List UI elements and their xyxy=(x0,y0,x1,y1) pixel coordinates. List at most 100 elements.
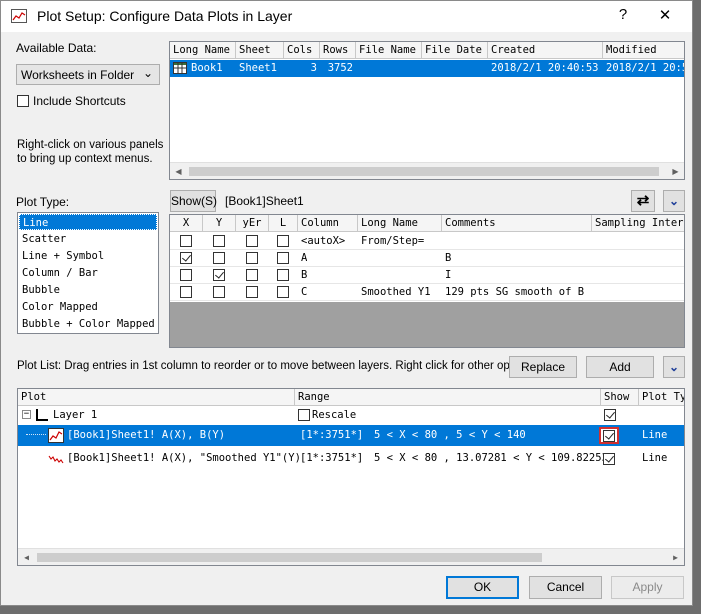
plot-type: Line xyxy=(642,452,668,464)
y-checkbox[interactable] xyxy=(213,269,225,281)
collapse-icon[interactable]: − xyxy=(22,410,31,419)
plot-type-item[interactable]: Line xyxy=(19,214,157,230)
data-table-scrollbar[interactable]: ◀ ▶ xyxy=(170,162,684,179)
x-checkbox[interactable] xyxy=(180,286,192,298)
add-button[interactable]: Add xyxy=(586,356,654,378)
ok-button[interactable]: OK xyxy=(446,576,519,599)
layer-row[interactable]: − Layer 1 Rescale xyxy=(18,407,684,424)
col-header-plot[interactable]: Plot xyxy=(18,389,295,406)
swap-button[interactable]: ⇄ xyxy=(631,190,655,212)
table-row[interactable]: <autoX> From/Step= xyxy=(170,233,684,250)
plot-name: [Book1]Sheet1! A(X), "Smoothed Y1"(Y) xyxy=(67,452,301,464)
col-header-range[interactable]: Range xyxy=(295,389,601,406)
expand-columns-button[interactable]: ⌄ xyxy=(663,190,685,212)
plot-type-item[interactable]: Line + Symbol xyxy=(19,248,157,264)
plot-list-scrollbar[interactable]: ◀ ▶ xyxy=(18,548,684,565)
l-checkbox[interactable] xyxy=(277,286,289,298)
table-row[interactable]: Book1 Sheet1 3 3752 2018/2/1 20:40:53 20… xyxy=(170,60,684,77)
rescale-label: Rescale xyxy=(312,409,357,421)
layer-axis-icon xyxy=(36,409,48,421)
plot-type-item[interactable]: Color Mapped xyxy=(19,299,157,315)
l-checkbox[interactable] xyxy=(277,269,289,281)
col-header-show[interactable]: Show xyxy=(601,389,639,406)
col-header-x[interactable]: X xyxy=(170,215,203,232)
help-button[interactable]: ? xyxy=(611,6,635,23)
col-header-long-name[interactable]: Long Name xyxy=(170,42,236,59)
layer-show-checkbox[interactable] xyxy=(604,409,616,421)
x-checkbox[interactable] xyxy=(180,252,192,264)
scroll-right-icon[interactable]: ▶ xyxy=(667,163,684,179)
col-header-long-name[interactable]: Long Name xyxy=(358,215,442,232)
plot-row[interactable]: [Book1]Sheet1! A(X), B(Y) [1*:3751*] 5 <… xyxy=(18,425,684,446)
plot-type-item[interactable]: Scatter xyxy=(19,231,157,247)
include-shortcuts-checkbox[interactable] xyxy=(17,95,29,107)
show-button[interactable]: Show(S) xyxy=(170,190,217,212)
x-checkbox[interactable] xyxy=(180,269,192,281)
range-text: 5 < X < 80 , 13.07281 < Y < 109.82253 xyxy=(374,452,608,464)
cell-comments: B xyxy=(445,252,452,264)
range-index: [1*:3751*] xyxy=(300,452,364,464)
y-checkbox[interactable] xyxy=(213,235,225,247)
col-header-l[interactable]: L xyxy=(269,215,298,232)
col-header-yer[interactable]: yEr xyxy=(236,215,269,232)
rescale-checkbox[interactable] xyxy=(298,409,310,421)
col-header-sampling-interval[interactable]: Sampling Interv xyxy=(592,215,684,232)
yer-checkbox[interactable] xyxy=(246,286,258,298)
plot-row[interactable]: [Book1]Sheet1! A(X), "Smoothed Y1"(Y) [1… xyxy=(18,448,684,469)
x-checkbox[interactable] xyxy=(180,235,192,247)
cell-column: <autoX> xyxy=(301,235,346,247)
replace-button[interactable]: Replace xyxy=(509,356,577,378)
scroll-left-icon[interactable]: ◀ xyxy=(18,549,35,565)
data-table[interactable]: Long Name Sheet Cols Rows File Name File… xyxy=(169,41,685,180)
col-header-rows[interactable]: Rows xyxy=(320,42,356,59)
cell-long-name: Smoothed Y1 xyxy=(361,286,431,298)
yer-checkbox[interactable] xyxy=(246,252,258,264)
table-row[interactable]: C Smoothed Y1 129 pts SG smooth of B xyxy=(170,284,684,301)
plot-show-checkbox[interactable] xyxy=(603,453,615,465)
col-header-modified[interactable]: Modified xyxy=(603,42,684,59)
sheet-label: [Book1]Sheet1 xyxy=(225,194,304,208)
expand-plot-list-button[interactable]: ⌄ xyxy=(663,356,685,378)
plot-list-hint: Plot List: Drag entries in 1st column to… xyxy=(17,360,538,372)
line-plot-icon xyxy=(48,451,64,466)
col-header-column[interactable]: Column xyxy=(298,215,358,232)
scrollbar-thumb[interactable] xyxy=(189,167,659,176)
plot-type-item[interactable]: Bubble + Color Mapped xyxy=(19,316,157,332)
y-checkbox[interactable] xyxy=(213,252,225,264)
scroll-right-icon[interactable]: ▶ xyxy=(667,549,684,565)
plot-type-list[interactable]: Line Scatter Line + Symbol Column / Bar … xyxy=(17,212,159,334)
close-button[interactable]: ✕ xyxy=(653,6,677,24)
columns-grid[interactable]: X Y yEr L Column Long Name Comments Samp… xyxy=(169,214,685,348)
scroll-left-icon[interactable]: ◀ xyxy=(170,163,187,179)
y-checkbox[interactable] xyxy=(213,286,225,298)
col-header-y[interactable]: Y xyxy=(203,215,236,232)
yer-checkbox[interactable] xyxy=(246,235,258,247)
title-bar[interactable]: Plot Setup: Configure Data Plots in Laye… xyxy=(1,1,692,32)
plot-show-checkbox[interactable] xyxy=(603,430,615,442)
plot-type-item[interactable]: Column / Bar xyxy=(19,265,157,281)
l-checkbox[interactable] xyxy=(277,235,289,247)
col-header-created[interactable]: Created xyxy=(488,42,603,59)
cell-cols: 3 xyxy=(310,62,317,74)
chevron-down-icon: ⌄ xyxy=(668,194,680,208)
app-icon xyxy=(11,9,27,23)
col-header-file-date[interactable]: File Date xyxy=(422,42,488,59)
chevron-down-icon: ⌄ xyxy=(668,360,680,374)
swap-icon: ⇄ xyxy=(636,192,650,209)
table-row[interactable]: B I xyxy=(170,267,684,284)
scrollbar-thumb[interactable] xyxy=(37,553,542,562)
cell-comments: I xyxy=(445,269,452,281)
col-header-comments[interactable]: Comments xyxy=(442,215,592,232)
plot-type-item[interactable]: Bubble xyxy=(19,282,157,298)
plot-list[interactable]: Plot Range Show Plot Ty − Layer 1 Rescal… xyxy=(17,388,685,566)
available-data-dropdown[interactable]: Worksheets in Folder ⌄ xyxy=(16,64,160,85)
yer-checkbox[interactable] xyxy=(246,269,258,281)
cancel-button[interactable]: Cancel xyxy=(529,576,602,599)
col-header-plot-type[interactable]: Plot Ty xyxy=(639,389,684,406)
apply-button[interactable]: Apply xyxy=(611,576,684,599)
table-row[interactable]: A B xyxy=(170,250,684,267)
col-header-file-name[interactable]: File Name xyxy=(356,42,422,59)
col-header-sheet[interactable]: Sheet xyxy=(236,42,284,59)
col-header-cols[interactable]: Cols xyxy=(284,42,320,59)
l-checkbox[interactable] xyxy=(277,252,289,264)
